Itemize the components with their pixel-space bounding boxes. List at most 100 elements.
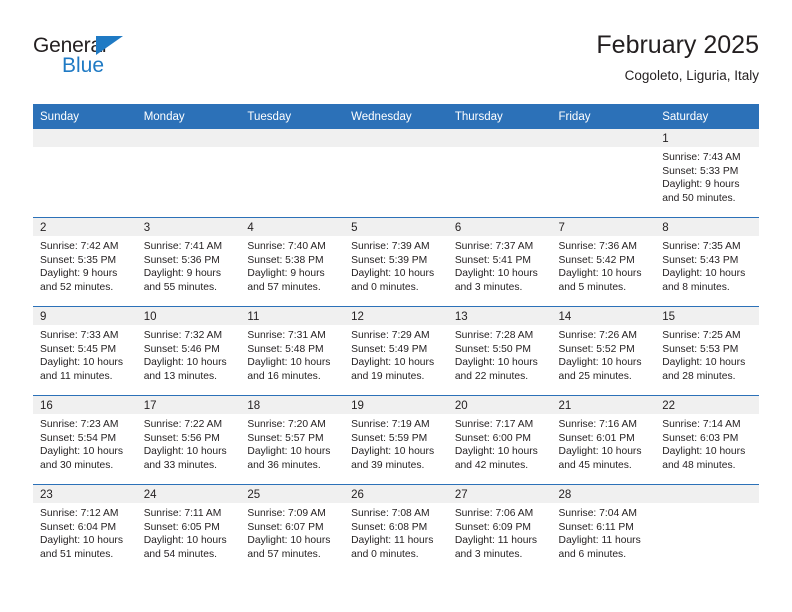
daylight-duration-line2: and 19 minutes. [351,370,425,382]
calendar-day-cell[interactable]: 21 Sunrise: 7:16 AM Sunset: 6:01 PM Dayligh… [551,395,656,485]
daylight-duration-line2: and 3 minutes. [454,281,523,293]
day-number-band [240,129,345,147]
calendar-day-cell[interactable]: 14 Sunrise: 7:26 AM Sunset: 5:52 PM Dayligh… [551,306,656,396]
calendar-cell-empty [551,129,656,218]
calendar-day-cell[interactable]: 16 Sunrise: 7:23 AM Sunset: 5:54 PM Dayligh… [33,395,137,485]
calendar-body: 1 Sunrise: 7:43 AM Sunset: 5:33 PM Daylight… [33,129,759,573]
calendar-day-cell[interactable]: 8 Sunrise: 7:35 AM Sunset: 5:43 PM Daylight… [655,217,759,307]
day-details: Sunrise: 7:22 AM Sunset: 5:56 PM Daylight:… [137,414,241,472]
sunrise-time: Sunrise: 7:43 AM [662,152,741,163]
sunrise-time: Sunrise: 7:08 AM [351,508,430,519]
daylight-duration-line2: and 48 minutes. [662,459,736,471]
calendar-day-cell[interactable]: 13 Sunrise: 7:28 AM Sunset: 5:50 PM Dayligh… [447,306,552,396]
calendar-day-cell[interactable]: 2 Sunrise: 7:42 AM Sunset: 5:35 PM Daylight… [33,217,137,307]
column-header-monday: Monday [136,104,241,129]
calendar-day-cell[interactable]: 25 Sunrise: 7:09 AM Sunset: 6:07 PM Dayligh… [240,484,345,573]
calendar-day-cell[interactable]: 7 Sunrise: 7:36 AM Sunset: 5:42 PM Daylight… [551,217,656,307]
sunrise-time: Sunrise: 7:33 AM [40,330,119,341]
daylight-duration-line1: Daylight: 10 hours [662,268,746,280]
day-details: Sunrise: 7:35 AM Sunset: 5:43 PM Daylight:… [655,236,759,294]
calendar-day-cell[interactable]: 18 Sunrise: 7:20 AM Sunset: 5:57 PM Dayligh… [240,395,345,485]
location-subtitle: Cogoleto, Liguria, Italy [624,68,759,83]
calendar-page: General Blue February 2025 Cogoleto, Lig… [0,0,792,612]
calendar-day-cell[interactable]: 17 Sunrise: 7:22 AM Sunset: 5:56 PM Dayligh… [136,395,241,485]
day-number-band [33,129,137,147]
sunset-time: Sunset: 5:56 PM [143,432,220,444]
daylight-duration-line2: and 25 minutes. [558,370,632,382]
calendar-day-cell[interactable]: 27 Sunrise: 7:06 AM Sunset: 6:09 PM Dayligh… [447,484,552,573]
daylight-duration-line1: Daylight: 10 hours [454,357,538,369]
sunrise-time: Sunrise: 7:42 AM [40,241,119,252]
day-number: 10 [136,307,241,325]
calendar-day-cell[interactable]: 12 Sunrise: 7:29 AM Sunset: 5:49 PM Dayligh… [344,306,448,396]
sunset-time: Sunset: 5:48 PM [247,343,324,355]
day-details: Sunrise: 7:04 AM Sunset: 6:11 PM Daylight:… [552,503,656,561]
calendar-day-cell[interactable]: 20 Sunrise: 7:17 AM Sunset: 6:00 PM Dayligh… [447,395,552,485]
calendar-day-cell[interactable]: 23 Sunrise: 7:12 AM Sunset: 6:04 PM Dayligh… [33,484,137,573]
sunrise-time: Sunrise: 7:37 AM [454,241,534,252]
sunset-time: Sunset: 6:11 PM [558,521,634,533]
day-number: 6 [447,218,552,236]
day-number: 8 [655,218,759,236]
day-details: Sunrise: 7:09 AM Sunset: 6:07 PM Daylight:… [240,503,344,561]
calendar-day-cell[interactable]: 22 Sunrise: 7:14 AM Sunset: 6:03 PM Dayligh… [655,395,759,485]
calendar-day-cell[interactable]: 15 Sunrise: 7:25 AM Sunset: 5:53 PM Dayligh… [655,306,759,396]
calendar-day-cell[interactable]: 3 Sunrise: 7:41 AM Sunset: 5:36 PM Daylight… [136,217,241,307]
general-blue-logo[interactable]: General Blue [33,34,233,86]
day-details: Sunrise: 7:23 AM Sunset: 5:54 PM Daylight:… [33,414,137,472]
calendar-cell-empty [240,129,345,218]
calendar-day-cell[interactable]: 26 Sunrise: 7:08 AM Sunset: 6:08 PM Dayligh… [344,484,448,573]
column-header-sunday: Sunday [33,104,137,129]
day-number: 18 [240,396,345,414]
calendar-day-cell[interactable]: 6 Sunrise: 7:37 AM Sunset: 5:41 PM Daylight… [447,217,552,307]
calendar-day-cell[interactable]: 4 Sunrise: 7:40 AM Sunset: 5:38 PM Daylight… [240,217,345,307]
daylight-duration-line2: and 42 minutes. [454,459,529,471]
day-number: 23 [33,485,137,503]
sunrise-time: Sunrise: 7:23 AM [40,419,119,430]
calendar-cell-empty [136,129,241,218]
day-details: Sunrise: 7:17 AM Sunset: 6:00 PM Daylight:… [448,414,552,472]
daylight-duration-line2: and 36 minutes. [247,459,321,471]
calendar-day-cell[interactable]: 10 Sunrise: 7:32 AM Sunset: 5:46 PM Dayligh… [136,306,241,396]
day-number: 3 [136,218,241,236]
calendar-day-cell[interactable]: 24 Sunrise: 7:11 AM Sunset: 6:05 PM Dayligh… [136,484,241,573]
daylight-duration-line2: and 0 minutes. [351,281,419,293]
daylight-duration-line2: and 57 minutes. [247,548,321,560]
day-details: Sunrise: 7:41 AM Sunset: 5:36 PM Daylight:… [137,236,241,294]
daylight-duration-line2: and 55 minutes. [143,281,217,293]
calendar-day-cell[interactable]: 1 Sunrise: 7:43 AM Sunset: 5:33 PM Daylight… [655,129,759,218]
calendar-cell-empty [655,484,759,573]
day-details: Sunrise: 7:32 AM Sunset: 5:46 PM Daylight:… [137,325,241,383]
daylight-duration-line1: Daylight: 9 hours [662,179,740,191]
daylight-duration-line1: Daylight: 11 hours [558,535,641,547]
calendar-day-cell[interactable]: 11 Sunrise: 7:31 AM Sunset: 5:48 PM Dayligh… [240,306,345,396]
day-number: 7 [551,218,656,236]
day-details: Sunrise: 7:06 AM Sunset: 6:09 PM Daylight:… [448,503,552,561]
sunrise-time: Sunrise: 7:09 AM [247,508,326,519]
day-number: 11 [240,307,345,325]
logo-triangle-icon [96,36,123,55]
day-number: 21 [551,396,656,414]
sunrise-time: Sunrise: 7:19 AM [351,419,430,430]
day-number: 12 [344,307,448,325]
daylight-duration-line2: and 5 minutes. [558,281,627,293]
sunset-time: Sunset: 5:57 PM [247,432,324,444]
daylight-duration-line1: Daylight: 10 hours [247,535,331,547]
calendar-day-cell[interactable]: 19 Sunrise: 7:19 AM Sunset: 5:59 PM Dayligh… [344,395,448,485]
day-number: 25 [240,485,345,503]
sunset-time: Sunset: 6:09 PM [454,521,531,533]
day-number: 28 [551,485,656,503]
day-of-week-header-row: Sunday Monday Tuesday Wednesday Thursday… [33,104,759,129]
day-details: Sunrise: 7:37 AM Sunset: 5:41 PM Daylight:… [448,236,552,294]
sunrise-time: Sunrise: 7:17 AM [454,419,534,430]
day-details: Sunrise: 7:12 AM Sunset: 6:04 PM Daylight:… [33,503,137,561]
daylight-duration-line2: and 22 minutes. [454,370,529,382]
sunset-time: Sunset: 5:38 PM [247,254,324,266]
sunrise-time: Sunrise: 7:36 AM [558,241,637,252]
calendar-day-cell[interactable]: 5 Sunrise: 7:39 AM Sunset: 5:39 PM Daylight… [344,217,448,307]
day-number: 17 [136,396,241,414]
calendar-day-cell[interactable]: 28 Sunrise: 7:04 AM Sunset: 6:11 PM Dayligh… [551,484,656,573]
calendar-cell-empty [447,129,552,218]
calendar-day-cell[interactable]: 9 Sunrise: 7:33 AM Sunset: 5:45 PM Daylight… [33,306,137,396]
calendar-week-row: 9 Sunrise: 7:33 AM Sunset: 5:45 PM Daylight… [33,306,759,396]
